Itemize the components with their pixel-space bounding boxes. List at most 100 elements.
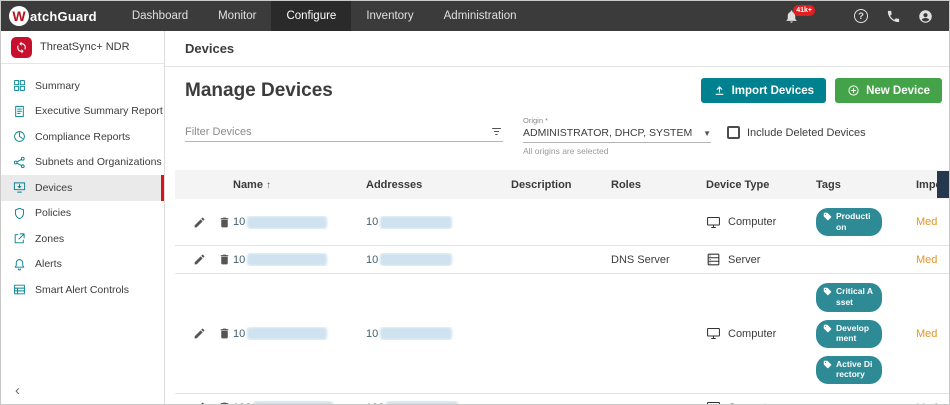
row-actions xyxy=(175,216,233,229)
tag-pill[interactable]: Production xyxy=(816,208,882,237)
device-type: Computer xyxy=(706,400,816,404)
policies-icon xyxy=(13,207,26,220)
threatsync-logo-icon xyxy=(11,36,32,58)
tag-pill[interactable]: Critical Asset xyxy=(816,283,882,312)
product-name: ThreatSync+ NDR xyxy=(40,41,130,53)
delete-trash-icon[interactable] xyxy=(218,327,231,340)
delete-trash-icon[interactable] xyxy=(218,253,231,266)
device-name[interactable]: 10 xyxy=(233,215,366,229)
filter-funnel-icon[interactable] xyxy=(490,125,503,138)
devices-icon xyxy=(13,181,26,194)
page-frame: ThreatSync+ NDR Summary Executive Summary… xyxy=(1,31,949,404)
product-switcher[interactable]: ThreatSync+ NDR xyxy=(1,31,164,64)
zones-icon xyxy=(13,232,26,245)
filter-row: Origin * ADMINISTRATOR, DHCP, SYSTEM ▼ A… xyxy=(185,116,949,156)
device-type: Server xyxy=(706,252,816,267)
device-type: Computer xyxy=(706,326,816,341)
sidebar-item-zones[interactable]: Zones xyxy=(1,226,164,252)
sidebar-item-smart-alert-controls[interactable]: Smart Alert Controls xyxy=(1,277,164,303)
scrollbar-thumb[interactable] xyxy=(937,171,949,198)
origin-field: Origin * ADMINISTRATOR, DHCP, SYSTEM ▼ A… xyxy=(523,116,711,156)
device-tags xyxy=(816,399,916,405)
sidebar-item-label: Policies xyxy=(35,207,72,220)
delete-trash-icon[interactable] xyxy=(218,401,231,404)
device-type-label: Server xyxy=(728,253,761,266)
column-header-device-type[interactable]: Device Type xyxy=(706,179,816,191)
edit-pencil-icon[interactable] xyxy=(193,327,206,340)
phone-support-icon[interactable] xyxy=(885,8,901,24)
sidebar-item-executive-summary-report[interactable]: Executive Summary Report xyxy=(1,99,164,125)
device-address: 10 xyxy=(366,215,511,229)
column-header-name[interactable]: Name ↑ xyxy=(233,179,366,191)
include-deleted-checkbox[interactable] xyxy=(727,126,740,139)
chevron-left-icon: ‹ xyxy=(15,381,20,399)
import-devices-button[interactable]: Import Devices xyxy=(700,78,827,103)
column-header-roles[interactable]: Roles xyxy=(611,179,706,191)
nav-item-administration[interactable]: Administration xyxy=(429,1,532,31)
new-device-button[interactable]: New Device xyxy=(835,78,942,103)
device-name[interactable]: 10 xyxy=(233,327,366,341)
filter-devices-field xyxy=(185,116,503,142)
computer-icon xyxy=(706,215,721,230)
main-panel: Devices Manage Devices Import Devices Ne… xyxy=(165,31,949,404)
page-header: Devices xyxy=(165,31,949,67)
device-tags: Production xyxy=(816,199,916,245)
edit-pencil-icon[interactable] xyxy=(193,253,206,266)
sidebar-item-devices[interactable]: Devices xyxy=(1,175,164,201)
device-name[interactable]: 192 xyxy=(233,401,366,404)
computer-icon xyxy=(706,326,721,341)
nav-item-monitor[interactable]: Monitor xyxy=(203,1,271,31)
question-mark-icon: ? xyxy=(854,9,868,23)
sidebar-item-label: Devices xyxy=(35,181,73,194)
top-icons: 41k+ ? xyxy=(783,1,949,31)
row-actions xyxy=(175,401,233,404)
redacted-address xyxy=(380,327,453,341)
tag-icon xyxy=(823,286,832,296)
device-type-label: Computer xyxy=(728,327,777,340)
top-bar: W atchGuard Dashboard Monitor Configure Inv… xyxy=(1,1,949,31)
tag-label: Critical Asset xyxy=(836,286,874,307)
table-row: 10 10 Computer Critical Asset Development Act… xyxy=(175,274,949,394)
include-deleted-toggle[interactable]: Include Deleted Devices xyxy=(727,126,866,139)
filter-devices-input[interactable] xyxy=(185,126,490,138)
edit-pencil-icon[interactable] xyxy=(193,216,206,229)
nav-item-configure[interactable]: Configure xyxy=(271,1,352,31)
delete-trash-icon[interactable] xyxy=(218,216,231,229)
table-row: 192192ComputerMed xyxy=(175,394,949,404)
sort-ascending-icon: ↑ xyxy=(265,179,271,191)
import-devices-label: Import Devices xyxy=(731,84,815,97)
sidebar-item-label: Zones xyxy=(35,232,65,245)
help-icon[interactable]: ? xyxy=(853,8,869,24)
table-row: 10 10 Computer Production Med xyxy=(175,199,949,247)
column-header-description[interactable]: Description xyxy=(511,179,611,191)
column-header-addresses[interactable]: Addresses xyxy=(366,179,511,191)
account-icon[interactable] xyxy=(917,8,933,24)
sidebar-menu: Summary Executive Summary Report Complianc… xyxy=(1,64,164,376)
redacted-name xyxy=(247,327,328,341)
app-window: W atchGuard Dashboard Monitor Configure Inv… xyxy=(0,0,950,405)
sidebar-item-subnets-and-organizations[interactable]: Subnets and Organizations xyxy=(1,150,164,176)
nav-item-inventory[interactable]: Inventory xyxy=(351,1,428,31)
sidebar-item-compliance-reports[interactable]: Compliance Reports xyxy=(1,124,164,150)
sidebar-item-label: Smart Alert Controls xyxy=(35,283,129,296)
device-name[interactable]: 10 xyxy=(233,253,366,267)
column-header-tags[interactable]: Tags xyxy=(816,179,916,191)
origin-select[interactable]: ADMINISTRATOR, DHCP, SYSTEM ▼ xyxy=(523,125,711,143)
watchguard-logo[interactable]: W atchGuard xyxy=(1,1,117,31)
tag-pill[interactable]: Development xyxy=(816,319,882,348)
sidebar-item-alerts[interactable]: Alerts xyxy=(1,252,164,278)
sidebar-item-summary[interactable]: Summary xyxy=(1,73,164,99)
sidebar-item-policies[interactable]: Policies xyxy=(1,201,164,227)
edit-pencil-icon[interactable] xyxy=(193,401,206,404)
device-address: 10 xyxy=(366,327,511,341)
redacted-address xyxy=(386,401,459,404)
nav-item-dashboard[interactable]: Dashboard xyxy=(117,1,203,31)
device-type: Computer xyxy=(706,215,816,230)
table-row: 10 10 DNS Server Server Med xyxy=(175,246,949,275)
device-type-label: Computer xyxy=(728,402,776,405)
tag-pill[interactable]: Active Directory xyxy=(816,355,882,384)
computer-icon xyxy=(706,400,721,404)
table-scrollbar[interactable] xyxy=(937,170,949,404)
sidebar-collapse-button[interactable]: ‹ xyxy=(1,376,164,404)
page-title: Devices xyxy=(185,41,235,56)
